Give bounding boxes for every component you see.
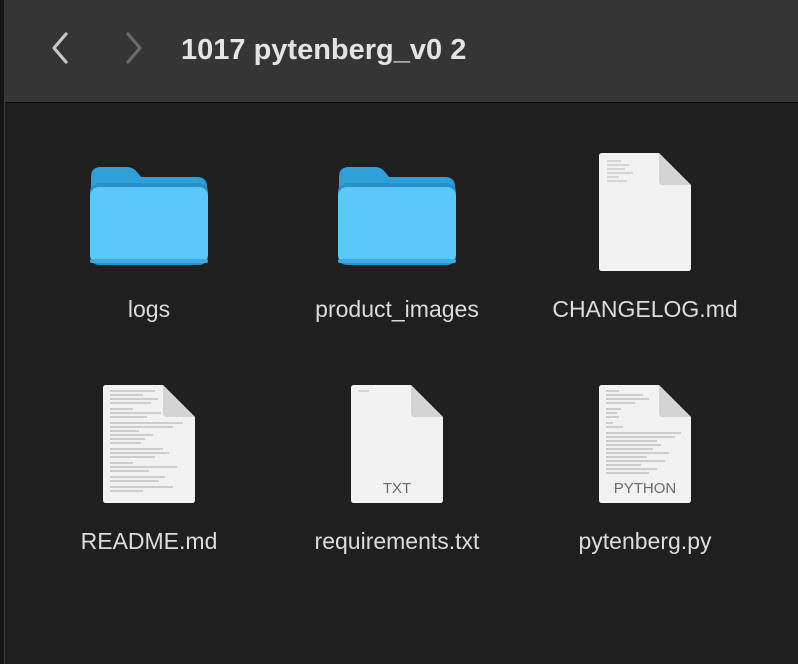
folder-item-logs[interactable]: logs — [44, 103, 254, 322]
file-label: logs — [127, 296, 171, 322]
document-icon — [103, 385, 195, 503]
file-item-requirements[interactable]: TXT requirements.txt — [292, 335, 502, 554]
file-grid: logs product_images CHANGELOG.md README.… — [5, 103, 798, 664]
file-label: pytenberg.py — [578, 528, 712, 554]
file-label: CHANGELOG.md — [552, 296, 738, 322]
file-type-badge: PYTHON — [614, 480, 677, 497]
chevron-right-icon — [126, 32, 142, 64]
chevron-left-icon — [52, 32, 68, 64]
finder-window: 1017 pytenberg_v0 2 logs product_images — [0, 0, 798, 664]
back-button[interactable] — [41, 28, 81, 68]
file-label: requirements.txt — [314, 528, 480, 554]
document-icon: PYTHON — [599, 385, 691, 503]
file-item-pytenberg[interactable]: PYTHON pytenberg.py — [540, 335, 750, 554]
document-icon — [599, 153, 691, 271]
folder-item-product-images[interactable]: product_images — [292, 103, 502, 322]
file-item-changelog[interactable]: CHANGELOG.md — [540, 103, 750, 322]
toolbar: 1017 pytenberg_v0 2 — [5, 0, 798, 103]
folder-icon — [90, 167, 208, 265]
file-label: README.md — [80, 528, 218, 554]
window-title: 1017 pytenberg_v0 2 — [181, 34, 467, 66]
file-item-readme[interactable]: README.md — [44, 335, 254, 554]
folder-icon — [338, 167, 456, 265]
file-type-badge: TXT — [383, 480, 411, 497]
file-label: product_images — [315, 296, 479, 322]
forward-button[interactable] — [113, 28, 153, 68]
document-icon: TXT — [351, 385, 443, 503]
